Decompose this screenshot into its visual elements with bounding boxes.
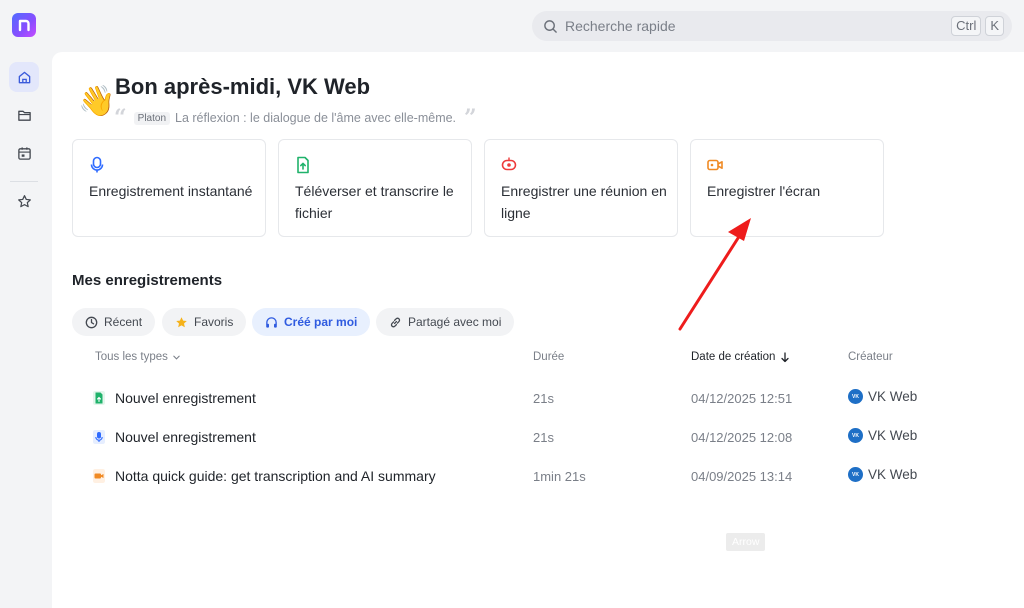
calendar-icon xyxy=(17,146,31,160)
avatar: VK xyxy=(848,467,863,482)
shortcut-key-ctrl: Ctrl xyxy=(951,16,982,36)
column-creator-header: Créateur xyxy=(848,351,893,363)
search-placeholder: Recherche rapide xyxy=(565,18,676,34)
recording-date: 04/12/2025 12:51 xyxy=(691,391,793,406)
filter-recent[interactable]: Récent xyxy=(72,308,156,336)
recording-creator: VK VK Web xyxy=(848,389,917,404)
main-content: 👋 Bon après-midi, VK Web “ Platon La réf… xyxy=(52,52,1024,608)
filter-recent-label: Récent xyxy=(104,315,143,329)
filter-shared-with-me-label: Partagé avec moi xyxy=(408,315,502,329)
clock-icon xyxy=(85,316,98,328)
arrow-tooltip: Arrow xyxy=(726,533,766,551)
filter-created-by-me-label: Créé par moi xyxy=(284,315,358,329)
table-row[interactable]: Nouvel enregistrement 21s 04/12/2025 12:… xyxy=(80,420,960,454)
recording-duration: 21s xyxy=(533,430,554,445)
close-quote-icon: ” xyxy=(464,105,477,131)
recording-name: Notta quick guide: get transcription and… xyxy=(115,468,436,484)
recording-date: 04/12/2025 12:08 xyxy=(691,430,793,445)
sidebar-item-calendar[interactable] xyxy=(9,138,39,168)
recording-creator: VK VK Web xyxy=(848,428,917,443)
filter-shared-with-me[interactable]: Partagé avec moi xyxy=(376,308,515,336)
home-icon xyxy=(18,71,30,83)
chevron-down-icon xyxy=(173,355,180,360)
sort-descending-icon xyxy=(781,351,790,362)
quote-author: Platon xyxy=(133,111,171,125)
app-logo[interactable] xyxy=(12,13,36,37)
microphone-icon xyxy=(90,156,104,173)
quote-text: La réflexion : le dialogue de l'âme avec… xyxy=(175,111,457,125)
filter-favorites-label: Favoris xyxy=(194,315,234,329)
top-bar: Recherche rapide Ctrl K xyxy=(0,0,1024,52)
recording-duration: 1min 21s xyxy=(533,469,586,484)
table-row[interactable]: Notta quick guide: get transcription and… xyxy=(80,459,960,493)
instant-recording-label: Enregistrement instantané xyxy=(89,183,253,199)
waving-hand-emoji: 👋 xyxy=(78,85,116,118)
column-date-label: Date de création xyxy=(691,351,776,363)
filter-created-by-me[interactable]: Créé par moi xyxy=(252,308,371,336)
sidebar-item-home[interactable] xyxy=(9,62,39,92)
creator-name: VK Web xyxy=(868,389,918,404)
greeting-title: Bon après-midi, VK Web xyxy=(115,74,371,99)
recording-duration: 21s xyxy=(533,391,554,406)
avatar: VK xyxy=(848,428,863,443)
creator-name: VK Web xyxy=(868,428,918,443)
avatar: VK xyxy=(848,389,863,404)
upload-transcribe-label: Téléverser et transcrire le fichier xyxy=(295,183,454,221)
recordings-section-title: Mes enregistrements xyxy=(72,272,223,289)
record-meeting-card[interactable]: Enregistrer une réunion en ligne xyxy=(484,139,678,237)
search-icon xyxy=(544,19,557,33)
quick-search-bar[interactable]: Recherche rapide Ctrl K xyxy=(532,11,1012,41)
app-logo-icon xyxy=(18,19,30,32)
sidebar-item-folders[interactable] xyxy=(9,100,39,130)
sidebar xyxy=(0,52,48,608)
meeting-icon xyxy=(501,157,517,171)
star-icon xyxy=(17,194,31,207)
headphones-icon xyxy=(266,316,277,328)
table-row[interactable]: Nouvel enregistrement 21s 04/12/2025 12:… xyxy=(80,381,960,415)
upload-transcribe-card[interactable]: Téléverser et transcrire le fichier xyxy=(278,139,472,237)
video-camera-icon xyxy=(707,159,723,171)
daily-quote: “ Platon La réflexion : le dialogue de l… xyxy=(114,105,477,131)
recording-date: 04/09/2025 13:14 xyxy=(691,469,793,484)
filter-favorites[interactable]: Favoris xyxy=(162,308,247,336)
column-duration-header[interactable]: Durée xyxy=(533,351,564,363)
recording-creator: VK VK Web xyxy=(848,467,917,482)
video-camera-icon xyxy=(93,469,105,483)
sidebar-item-favorites[interactable] xyxy=(9,186,39,216)
shortcut-key-k: K xyxy=(985,16,1004,36)
record-screen-label: Enregistrer l'écran xyxy=(707,183,821,199)
instant-recording-card[interactable]: Enregistrement instantané xyxy=(72,139,266,237)
recording-name: Nouvel enregistrement xyxy=(115,390,256,406)
creator-name: VK Web xyxy=(868,467,918,482)
recording-name: Nouvel enregistrement xyxy=(115,429,256,445)
folder-icon xyxy=(17,110,31,121)
link-icon xyxy=(390,317,401,327)
open-quote-icon: “ xyxy=(114,105,127,131)
record-screen-card[interactable]: Enregistrer l'écran xyxy=(690,139,884,237)
column-date-header[interactable]: Date de création xyxy=(691,351,790,363)
upload-file-icon xyxy=(93,391,105,405)
column-type-label: Tous les types xyxy=(95,351,168,363)
sidebar-divider xyxy=(10,181,38,182)
upload-file-icon xyxy=(297,156,309,174)
star-filled-icon xyxy=(176,316,187,327)
microphone-icon xyxy=(93,430,105,444)
record-meeting-label: Enregistrer une réunion en ligne xyxy=(501,183,667,221)
type-filter-dropdown[interactable]: Tous les types xyxy=(95,351,181,363)
